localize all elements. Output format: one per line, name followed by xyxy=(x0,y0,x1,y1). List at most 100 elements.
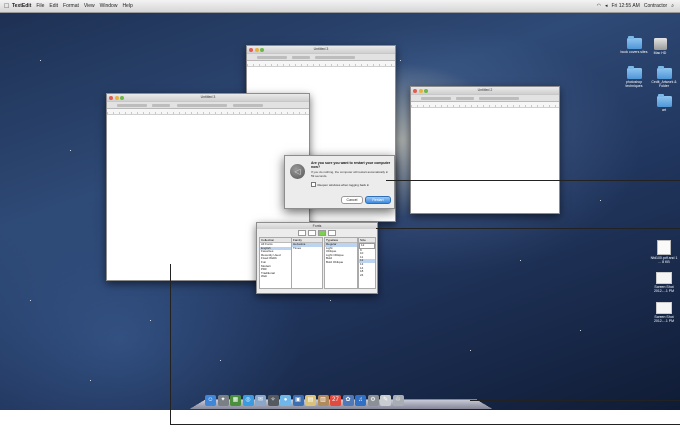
preview-icon[interactable]: ▣ xyxy=(292,395,304,406)
icon-label: Mac HD xyxy=(653,51,667,55)
menubar-user[interactable]: Contractor xyxy=(644,3,667,9)
close-icon[interactable] xyxy=(413,88,417,93)
reopen-windows-checkbox[interactable]: Reopen windows when logging back in xyxy=(311,182,369,187)
itunes-icon[interactable]: ♫ xyxy=(355,395,366,406)
folder-icon[interactable] xyxy=(626,36,642,49)
folder-icon[interactable] xyxy=(656,66,672,79)
callout-line-dock xyxy=(470,400,680,401)
typeface-list[interactable]: Typeface Regular Light Oblique Light Obl… xyxy=(324,237,358,289)
trash-icon[interactable]: ♲ xyxy=(392,395,404,406)
address-book-icon[interactable]: ▥ xyxy=(317,395,329,406)
icon-label: art xyxy=(661,108,667,112)
list-item[interactable]: 24 xyxy=(359,273,375,278)
menu-format[interactable]: Format xyxy=(63,3,79,9)
apple-menu-icon[interactable]:  xyxy=(4,3,12,10)
size-list[interactable]: Size 12 9 10 11 12 13 14 18 24 xyxy=(358,237,376,289)
app-menu[interactable]: TextEdit xyxy=(12,3,31,9)
finder-icon[interactable]: ☺ xyxy=(205,395,216,406)
wifi-icon[interactable]: ◠ xyxy=(597,3,601,9)
checkbox-icon[interactable] xyxy=(311,182,316,187)
messages-icon[interactable]: ● xyxy=(280,395,291,406)
menubar-clock[interactable]: Fri 12:55 AM xyxy=(611,3,639,9)
safari-icon[interactable]: ◎ xyxy=(242,395,254,406)
mail-icon[interactable]: ✉ xyxy=(255,395,266,406)
list-item[interactable]: Web xyxy=(260,275,291,279)
fonts-panel-titlebar[interactable]: Fonts xyxy=(257,223,377,229)
folder-icon[interactable] xyxy=(656,94,672,107)
menu-file[interactable]: File xyxy=(36,3,44,9)
callout-line-dialog xyxy=(386,180,680,181)
format-toolbar[interactable] xyxy=(411,94,559,102)
desktop-icon-folder[interactable]: Cedit_Artwork & Folder xyxy=(650,66,678,88)
restart-button[interactable]: Restart xyxy=(365,196,391,204)
volume-icon[interactable]: ◂ xyxy=(605,3,608,9)
textedit-window-right[interactable]: Untitled 2 xyxy=(410,86,560,214)
window-titlebar[interactable]: Untitled 2 xyxy=(411,87,559,94)
icon-label: Cedit_Artwork & Folder xyxy=(651,80,677,88)
zoom-icon[interactable] xyxy=(260,47,264,52)
list-item[interactable]: Bold Oblique xyxy=(325,260,357,265)
minimize-icon[interactable] xyxy=(254,47,259,52)
document-icon[interactable] xyxy=(657,240,671,255)
mission-control-icon[interactable]: ▦ xyxy=(230,395,241,406)
textedit-icon[interactable]: ✎ xyxy=(380,395,391,406)
ruler[interactable] xyxy=(247,61,395,67)
text-strike-icon[interactable] xyxy=(308,230,316,236)
menu-bar:  TextEdit File Edit Format View Window … xyxy=(0,0,680,13)
document-color-icon[interactable] xyxy=(328,230,336,236)
desktop-icon-folder[interactable]: photoshop techniques xyxy=(620,66,648,88)
desktop-icon-doc[interactable]: Nfd100.pdf and 1 ... 8 KB xyxy=(650,240,678,264)
ruler[interactable] xyxy=(107,109,309,115)
system-prefs-icon[interactable]: ⚙ xyxy=(367,395,379,406)
family-list[interactable]: Family Helvetica Times xyxy=(291,237,323,289)
cancel-button[interactable]: Cancel xyxy=(341,196,363,204)
minimize-icon[interactable] xyxy=(114,95,119,100)
text-underline-icon[interactable] xyxy=(298,230,306,236)
screenshot-icon[interactable] xyxy=(656,302,672,314)
callout-line-window-vertical xyxy=(170,264,171,424)
window-titlebar[interactable]: Untitled 3 xyxy=(107,94,309,101)
icon-label: Nfd100.pdf and 1 ... 8 KB xyxy=(650,256,678,264)
callout-line-fonts xyxy=(376,228,680,229)
icon-label: book covers sites xyxy=(620,50,648,54)
icon-label: Screen Shot 2012-...1 PM xyxy=(653,285,675,293)
menu-help[interactable]: Help xyxy=(122,3,132,9)
menu-window[interactable]: Window xyxy=(100,3,118,9)
menu-edit[interactable]: Edit xyxy=(49,3,58,9)
notes-icon[interactable]: ▤ xyxy=(305,395,316,406)
screenshot-icon[interactable] xyxy=(656,272,672,284)
launchpad-icon[interactable]: ✦ xyxy=(217,395,229,406)
compass-icon[interactable]: ✧ xyxy=(267,395,279,406)
restart-dialog: ◁ Are you sure you want to restart your … xyxy=(284,155,395,209)
fonts-toolbar xyxy=(257,229,377,237)
window-title: Untitled 2 xyxy=(477,88,493,92)
calendar-icon[interactable]: 27 xyxy=(330,395,341,406)
hard-drive-icon[interactable] xyxy=(653,38,667,50)
desktop-icon-screenshot[interactable]: Screen Shot 2012-...1 PM xyxy=(650,272,678,293)
menu-view[interactable]: View xyxy=(84,3,95,9)
close-icon[interactable] xyxy=(249,47,253,52)
list-item[interactable]: Times xyxy=(292,246,322,251)
text-color-icon[interactable] xyxy=(318,230,326,236)
desktop-icon-folder[interactable]: book covers sites xyxy=(620,36,648,54)
desktop-icon-mac-hd[interactable]: Mac HD xyxy=(646,38,674,55)
dialog-body: If you do nothing, the computer will res… xyxy=(311,170,389,178)
format-toolbar[interactable] xyxy=(107,101,309,109)
spotlight-icon[interactable]: ⌕ xyxy=(671,3,674,9)
dialog-title: Are you sure you want to restart your co… xyxy=(311,161,391,169)
fonts-panel: Fonts Collection All Fonts English Favor… xyxy=(256,222,378,294)
ruler[interactable] xyxy=(411,102,559,108)
format-toolbar[interactable] xyxy=(247,53,395,61)
zoom-icon[interactable] xyxy=(120,95,124,100)
close-icon[interactable] xyxy=(109,95,113,100)
zoom-icon[interactable] xyxy=(424,88,428,93)
collection-list[interactable]: Collection All Fonts English Favorites R… xyxy=(259,237,292,289)
minimize-icon[interactable] xyxy=(418,88,423,93)
desktop-icon-folder[interactable]: art xyxy=(650,94,678,112)
checkbox-label: Reopen windows when logging back in xyxy=(317,182,370,187)
folder-icon[interactable] xyxy=(626,66,642,79)
window-titlebar[interactable]: Untitled 3 xyxy=(247,46,395,53)
photos-icon[interactable]: ✿ xyxy=(342,395,354,406)
desktop-icon-screenshot[interactable]: Screen Shot 2012-...1 PM xyxy=(650,302,678,323)
fonts-panel-title: Fonts xyxy=(312,224,322,228)
